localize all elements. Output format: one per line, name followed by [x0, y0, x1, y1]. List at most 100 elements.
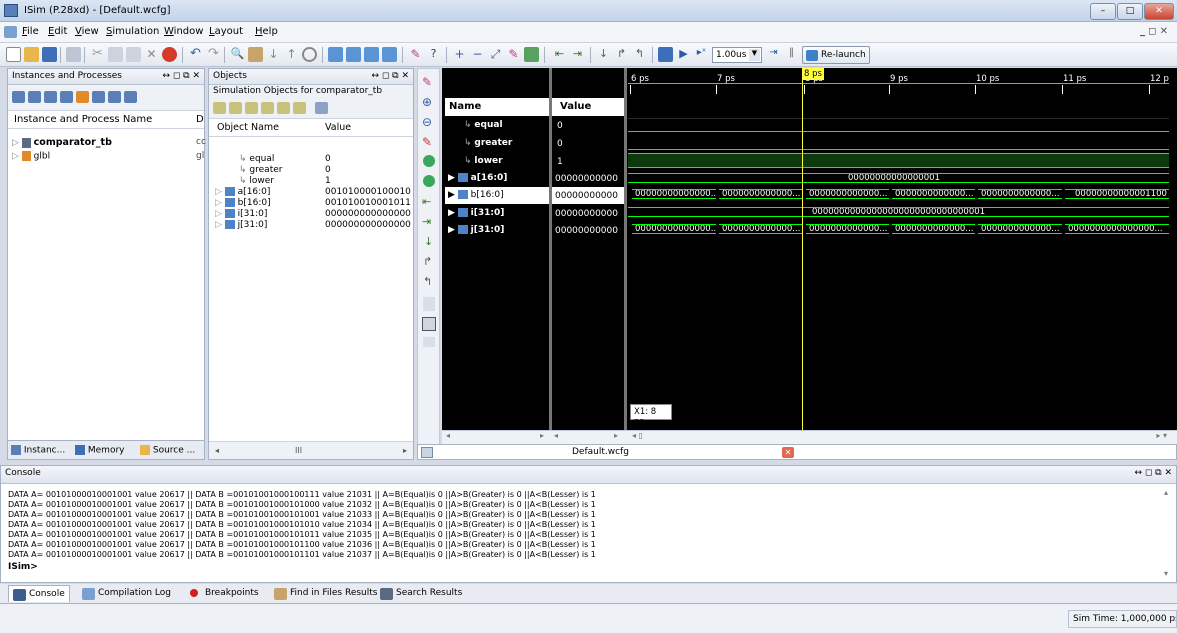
signal-name-j[interactable]: ▶ j[31:0]: [448, 225, 504, 235]
snap-icon[interactable]: [422, 317, 436, 331]
tab-compilation-log[interactable]: Compilation Log: [78, 585, 175, 602]
zoom-out-icon[interactable]: ⊖: [422, 115, 432, 129]
next-transition-icon[interactable]: ⇥: [422, 215, 431, 228]
instance-row[interactable]: ▷ comparator_tb cc: [12, 137, 206, 148]
signal-name-i[interactable]: ▶ i[31:0]: [448, 208, 504, 218]
menu-simulation[interactable]: Simulation: [106, 26, 159, 37]
time-cursor[interactable]: [802, 68, 803, 430]
find-replace-icon[interactable]: [248, 47, 263, 62]
signal-name-b[interactable]: ▶ b[16:0]: [448, 190, 504, 200]
run-all-icon[interactable]: ⇥: [570, 47, 585, 62]
menu-file[interactable]: File: [22, 26, 39, 37]
collapse-all-icon[interactable]: [28, 91, 41, 103]
undo-icon[interactable]: ↶: [188, 47, 203, 62]
signal-name-lower[interactable]: ↳ lower: [464, 156, 503, 166]
wave-horizontal-scrollbar[interactable]: ◂ ▸ ◂ ▸ ◂ ▯ ▸ ▾: [442, 430, 1177, 444]
object-row[interactable]: ▷ a[16:0] 001010000100010: [215, 187, 411, 197]
wave-document-tab[interactable]: Default.wcfg ✕: [417, 444, 1177, 460]
help-icon[interactable]: [302, 47, 317, 62]
instance-row[interactable]: ▷ glbl gl: [12, 151, 204, 162]
menu-window[interactable]: Window: [164, 26, 203, 37]
previous-marker-icon[interactable]: ↱: [423, 255, 432, 268]
redo-icon[interactable]: ↷: [206, 47, 221, 62]
variable-filter-icon[interactable]: [293, 102, 306, 114]
zoom-in-icon[interactable]: +: [452, 47, 467, 62]
tab-memory[interactable]: Memory: [75, 445, 124, 456]
column-divider[interactable]: [624, 68, 627, 430]
maximize-button[interactable]: □: [1117, 3, 1143, 20]
probe-icon[interactable]: ✎: [422, 75, 432, 89]
copy-icon[interactable]: [108, 47, 123, 62]
signal-name-equal[interactable]: ↳ equal: [464, 120, 503, 130]
layout2-icon[interactable]: [346, 47, 361, 62]
relaunch-button[interactable]: Re-launch: [802, 46, 870, 64]
delete-icon[interactable]: ✕: [144, 47, 159, 62]
tab-search-results[interactable]: Search Results: [376, 585, 466, 602]
run-icon[interactable]: ▶: [676, 47, 691, 62]
console-vertical-scrollbar[interactable]: ▴ ▾: [1164, 488, 1174, 580]
function-filter-icon[interactable]: [92, 91, 105, 103]
internal-filter-icon[interactable]: [261, 102, 274, 114]
panel-controls[interactable]: ↔ ◻ ⧉ ✕: [162, 71, 200, 81]
add-marker-icon[interactable]: ↓: [424, 235, 433, 248]
find-icon[interactable]: 🔍: [230, 47, 245, 62]
menu-edit[interactable]: Edit: [48, 26, 67, 37]
waveform-canvas[interactable]: [628, 68, 1169, 444]
minimize-button[interactable]: –: [1090, 3, 1116, 20]
stop-icon[interactable]: [162, 47, 177, 62]
filter-icon[interactable]: [44, 91, 57, 103]
menu-view[interactable]: View: [75, 26, 99, 37]
run-for-icon[interactable]: ▸ˣ: [694, 47, 709, 62]
context-help-icon[interactable]: ?: [426, 47, 441, 62]
settings-icon[interactable]: [124, 91, 137, 103]
close-tab-icon[interactable]: ✕: [782, 447, 794, 458]
probe-icon[interactable]: ✎: [408, 47, 423, 62]
arrow-down-icon[interactable]: ↓: [266, 47, 281, 62]
console-prompt[interactable]: ISim>: [8, 562, 38, 572]
inout-filter-icon[interactable]: [245, 102, 258, 114]
open-folder-icon[interactable]: [24, 47, 39, 62]
menu-help[interactable]: Help: [255, 26, 278, 37]
object-row[interactable]: ↳ lower 1: [239, 176, 331, 186]
next-marker-icon[interactable]: ↰: [423, 275, 432, 288]
tab-console[interactable]: Console: [8, 585, 70, 602]
mdi-controls[interactable]: _ ◻ ✕: [1140, 26, 1168, 37]
zoom-fit-icon[interactable]: ⤢: [488, 47, 503, 62]
pause-icon[interactable]: ‖: [784, 47, 799, 62]
layout4-icon[interactable]: [382, 47, 397, 62]
step-out-icon[interactable]: ↰: [632, 47, 647, 62]
paste-icon[interactable]: [126, 47, 141, 62]
new-file-icon[interactable]: [6, 47, 21, 62]
object-row[interactable]: ▷ i[31:0] 000000000000000: [215, 209, 411, 219]
marker-icon[interactable]: ✎: [422, 135, 432, 149]
menu-layout[interactable]: Layout: [209, 26, 243, 37]
refresh-icon[interactable]: [524, 47, 539, 62]
console-icon[interactable]: [658, 47, 673, 62]
cut-icon[interactable]: ✂: [90, 47, 105, 62]
signal-name-greater[interactable]: ↳ greater: [464, 138, 512, 148]
print-icon[interactable]: [66, 47, 81, 62]
step-icon[interactable]: ↓: [596, 47, 611, 62]
tab-find-in-files[interactable]: Find in Files Results: [270, 585, 381, 602]
object-row[interactable]: ▷ j[31:0] 000000000000000: [215, 220, 411, 230]
zoom-box-icon[interactable]: [423, 337, 435, 347]
go-to-last-time-icon[interactable]: [423, 175, 435, 187]
run-time-field[interactable]: 1.00us ▼: [712, 47, 762, 63]
save-icon[interactable]: [42, 47, 57, 62]
process-filter-icon[interactable]: [76, 91, 89, 103]
step-time-icon[interactable]: ⇥: [766, 47, 781, 62]
chevron-down-icon[interactable]: ▼: [749, 49, 760, 61]
object-row[interactable]: ↳ equal 0: [239, 154, 331, 164]
object-row[interactable]: ▷ b[16:0] 001010010001011: [215, 198, 411, 208]
tab-instances[interactable]: Instanc...: [11, 445, 65, 456]
signal-name-a[interactable]: ▶ a[16:0]: [448, 173, 507, 183]
close-button[interactable]: ✕: [1144, 3, 1174, 20]
column-divider[interactable]: [549, 68, 552, 430]
layout3-icon[interactable]: [364, 47, 379, 62]
panel-controls[interactable]: ↔ ◻ ⧉ ✕: [371, 71, 409, 81]
wave-col-value[interactable]: Value: [552, 98, 624, 116]
object-row[interactable]: ↳ greater 0: [239, 165, 331, 175]
zoom-in-icon[interactable]: ⊕: [422, 95, 432, 109]
settings-icon[interactable]: [315, 102, 328, 114]
swap-cursors-icon[interactable]: [423, 297, 435, 311]
